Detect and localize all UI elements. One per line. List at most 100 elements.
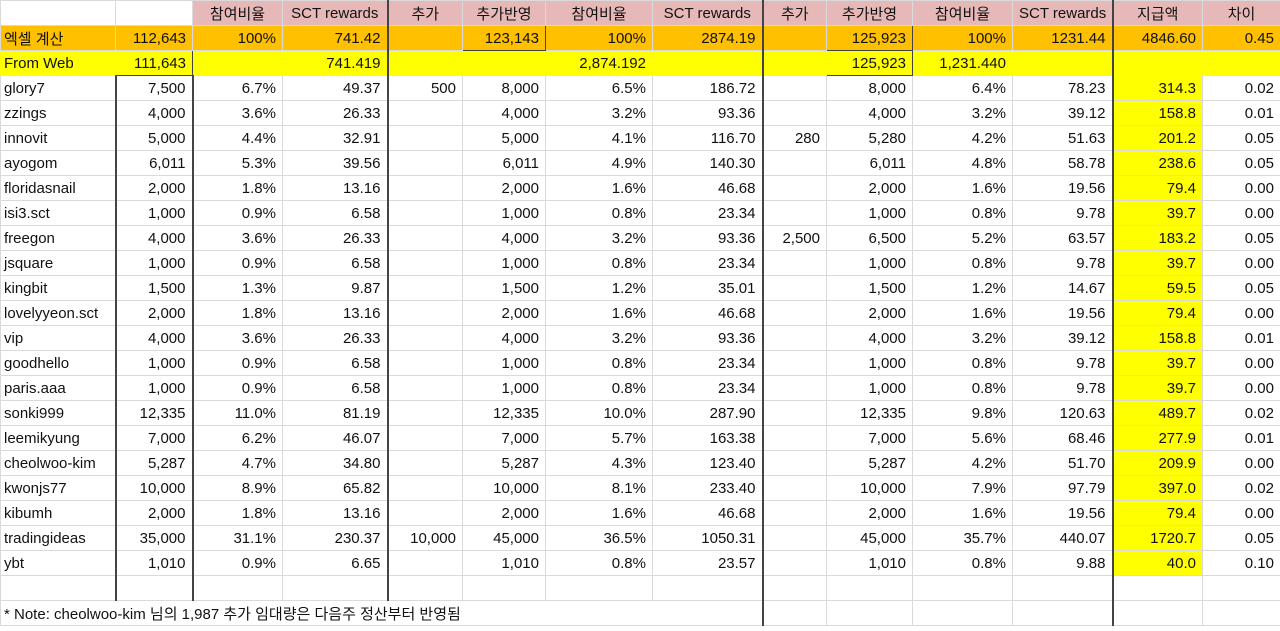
cell-sct-rewards-1[interactable]: 34.80	[282, 450, 388, 476]
cell-sct-rewards-1[interactable]: 26.33	[282, 100, 388, 126]
cell-user[interactable]: glory7	[0, 75, 116, 101]
cell-user[interactable]: ayogom	[0, 150, 116, 176]
cell-add-2[interactable]	[386, 250, 463, 276]
cell-ratio-3[interactable]: 1.2%	[912, 275, 1013, 301]
empty-cell[interactable]	[191, 575, 283, 601]
cell-diff[interactable]: 0.01	[1202, 425, 1280, 451]
cell-ratio-3[interactable]: 1.6%	[912, 175, 1013, 201]
from-web-user[interactable]: From Web	[0, 50, 116, 76]
cell-sct-rewards-1[interactable]: 49.37	[282, 75, 388, 101]
cell-stake[interactable]: 35,000	[114, 525, 193, 551]
cell-add-2[interactable]	[386, 125, 463, 151]
cell-ratio-1[interactable]: 0.9%	[191, 375, 283, 401]
cell-stake-2[interactable]: 2,000	[462, 175, 546, 201]
cell-payout[interactable]: 489.7	[1111, 400, 1203, 426]
header-add-2[interactable]: 추가	[386, 0, 463, 26]
cell-diff[interactable]: 0.02	[1202, 400, 1280, 426]
cell-sct-rewards-1[interactable]: 6.65	[282, 550, 388, 576]
cell-stake[interactable]: 1,000	[114, 350, 193, 376]
header-stake[interactable]	[115, 0, 193, 26]
cell-stake-2[interactable]: 1,010	[462, 550, 546, 576]
cell-add-3[interactable]	[761, 300, 827, 326]
cell-sct-rewards-1[interactable]: 26.33	[282, 325, 388, 351]
empty-cell[interactable]	[462, 575, 546, 601]
cell-add-3[interactable]	[761, 475, 827, 501]
cell-stake-3[interactable]: 1,000	[826, 200, 913, 226]
header-sct-rewards-1[interactable]: SCT rewards	[282, 0, 388, 26]
from-web-payout[interactable]	[1111, 50, 1203, 76]
from-web-stake[interactable]: 111,643	[115, 50, 193, 76]
cell-stake-2[interactable]: 2,000	[462, 500, 546, 526]
cell-user[interactable]: isi3.sct	[0, 200, 116, 226]
cell-diff[interactable]: 0.02	[1202, 75, 1280, 101]
cell-sct-rewards-2[interactable]: 93.36	[652, 225, 763, 251]
cell-stake-2[interactable]: 4,000	[462, 225, 546, 251]
cell-sct-rewards-2[interactable]: 186.72	[652, 75, 763, 101]
cell-stake-3[interactable]: 6,011	[826, 150, 913, 176]
cell-sct-rewards-2[interactable]: 116.70	[652, 125, 763, 151]
cell-diff[interactable]: 0.05	[1202, 125, 1280, 151]
cell-sct-rewards-1[interactable]: 39.56	[282, 150, 388, 176]
cell-ratio-2[interactable]: 3.2%	[545, 225, 653, 251]
cell-diff[interactable]: 0.10	[1202, 550, 1280, 576]
cell-sct-rewards-1[interactable]: 9.87	[282, 275, 388, 301]
cell-ratio-1[interactable]: 6.2%	[191, 425, 283, 451]
cell-stake-2[interactable]: 4,000	[462, 325, 546, 351]
cell-ratio-3[interactable]: 5.6%	[912, 425, 1013, 451]
cell-sct-rewards-1[interactable]: 46.07	[282, 425, 388, 451]
cell-ratio-2[interactable]: 4.1%	[545, 125, 653, 151]
cell-payout[interactable]: 158.8	[1111, 100, 1203, 126]
cell-user[interactable]: goodhello	[0, 350, 116, 376]
excel-calc-ratio-2[interactable]: 100%	[545, 25, 653, 51]
cell-diff[interactable]: 0.00	[1202, 450, 1280, 476]
cell-ratio-1[interactable]: 8.9%	[191, 475, 283, 501]
cell-sct-rewards-1[interactable]: 230.37	[282, 525, 388, 551]
cell-sct-rewards-2[interactable]: 35.01	[652, 275, 763, 301]
cell-stake[interactable]: 4,000	[114, 100, 193, 126]
from-web-sct-rewards-1[interactable]: 741.419	[282, 50, 388, 76]
cell-add-2[interactable]	[386, 225, 463, 251]
cell-sct-rewards-1[interactable]: 13.16	[282, 500, 388, 526]
cell-ratio-1[interactable]: 31.1%	[191, 525, 283, 551]
cell-stake-2[interactable]: 12,335	[462, 400, 546, 426]
cell-add-3[interactable]	[761, 425, 827, 451]
cell-ratio-3[interactable]: 9.8%	[912, 400, 1013, 426]
header-diff[interactable]: 차이	[1202, 0, 1280, 26]
cell-ratio-3[interactable]: 3.2%	[912, 100, 1013, 126]
cell-sct-rewards-2[interactable]: 93.36	[652, 325, 763, 351]
cell-stake-2[interactable]: 5,287	[462, 450, 546, 476]
cell-stake-2[interactable]: 1,000	[462, 200, 546, 226]
cell-ratio-2[interactable]: 1.2%	[545, 275, 653, 301]
cell-stake-3[interactable]: 1,500	[826, 275, 913, 301]
cell-add-3[interactable]	[761, 550, 827, 576]
header-ratio-2[interactable]: 참여비율	[545, 0, 653, 26]
cell-sct-rewards-3[interactable]: 19.56	[1012, 300, 1113, 326]
cell-add-3[interactable]: 2,500	[761, 225, 827, 251]
empty-cell[interactable]	[282, 575, 388, 601]
cell-ratio-1[interactable]: 5.3%	[191, 150, 283, 176]
cell-sct-rewards-1[interactable]: 32.91	[282, 125, 388, 151]
cell-payout[interactable]: 39.7	[1111, 200, 1203, 226]
cell-stake-3[interactable]: 4,000	[826, 100, 913, 126]
cell-add-2[interactable]: 10,000	[386, 525, 463, 551]
cell-stake-2[interactable]: 1,000	[462, 250, 546, 276]
from-web-add-2[interactable]	[386, 50, 463, 76]
cell-sct-rewards-1[interactable]: 13.16	[282, 175, 388, 201]
cell-ratio-3[interactable]: 3.2%	[912, 325, 1013, 351]
empty-cell[interactable]	[761, 600, 827, 626]
cell-sct-rewards-1[interactable]: 81.19	[282, 400, 388, 426]
cell-ratio-2[interactable]: 3.2%	[545, 325, 653, 351]
cell-user[interactable]: jsquare	[0, 250, 116, 276]
cell-stake[interactable]: 7,000	[114, 425, 193, 451]
excel-calc-stake[interactable]: 112,643	[115, 25, 193, 51]
cell-payout[interactable]: 59.5	[1111, 275, 1203, 301]
cell-sct-rewards-3[interactable]: 19.56	[1012, 500, 1113, 526]
header-user[interactable]	[0, 0, 116, 26]
cell-user[interactable]: lovelyyeon.sct	[0, 300, 116, 326]
cell-ratio-2[interactable]: 5.7%	[545, 425, 653, 451]
cell-sct-rewards-3[interactable]: 19.56	[1012, 175, 1113, 201]
cell-stake-2[interactable]: 10,000	[462, 475, 546, 501]
from-web-stake-2[interactable]	[462, 50, 546, 76]
cell-add-3[interactable]	[761, 100, 827, 126]
cell-sct-rewards-2[interactable]: 140.30	[652, 150, 763, 176]
